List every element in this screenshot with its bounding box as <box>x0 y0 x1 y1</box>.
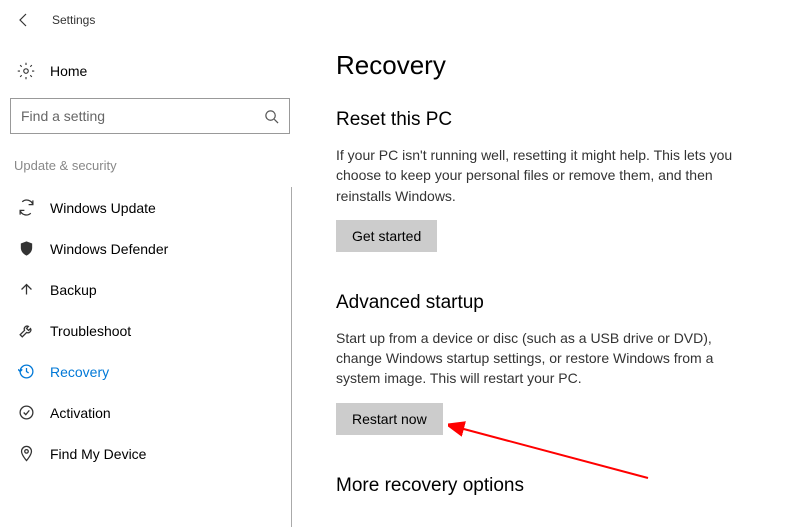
search-input[interactable] <box>21 108 264 124</box>
sidebar-item-windows-defender[interactable]: Windows Defender <box>8 228 291 269</box>
location-icon <box>16 445 36 462</box>
home-label: Home <box>50 63 87 79</box>
home-button[interactable]: Home <box>8 52 292 90</box>
sidebar-item-windows-update[interactable]: Windows Update <box>8 187 291 228</box>
search-box[interactable] <box>10 98 290 134</box>
sidebar-item-find-my-device[interactable]: Find My Device <box>8 433 291 474</box>
wrench-icon <box>16 322 36 339</box>
advanced-desc: Start up from a device or disc (such as … <box>336 328 756 389</box>
upload-icon <box>16 281 36 298</box>
category-label: Update & security <box>8 152 292 187</box>
gear-icon <box>16 62 36 80</box>
more-heading: More recovery options <box>336 475 775 497</box>
sidebar-item-label: Recovery <box>50 364 109 380</box>
sidebar-item-recovery[interactable]: Recovery <box>8 351 291 392</box>
search-icon <box>264 109 279 124</box>
sidebar: Home Update & security Windows Update Wi… <box>0 40 300 531</box>
header-title: Settings <box>52 13 95 27</box>
history-icon <box>16 363 36 380</box>
sidebar-item-label: Backup <box>50 282 97 298</box>
sidebar-item-label: Windows Update <box>50 200 156 216</box>
advanced-heading: Advanced startup <box>336 292 775 314</box>
sidebar-item-label: Find My Device <box>50 446 146 462</box>
check-circle-icon <box>16 404 36 421</box>
sidebar-item-troubleshoot[interactable]: Troubleshoot <box>8 310 291 351</box>
reset-heading: Reset this PC <box>336 109 775 131</box>
shield-icon <box>16 240 36 257</box>
nav-list: Windows Update Windows Defender Backup T… <box>8 187 292 527</box>
restart-now-button[interactable]: Restart now <box>336 403 443 435</box>
back-button[interactable] <box>12 8 36 32</box>
main-content: Recovery Reset this PC If your PC isn't … <box>300 40 805 531</box>
arrow-left-icon <box>16 12 32 28</box>
sidebar-item-activation[interactable]: Activation <box>8 392 291 433</box>
sidebar-item-label: Troubleshoot <box>50 323 131 339</box>
sidebar-item-label: Activation <box>50 405 111 421</box>
sidebar-item-backup[interactable]: Backup <box>8 269 291 310</box>
reset-desc: If your PC isn't running well, resetting… <box>336 145 756 206</box>
window-header: Settings <box>0 0 805 40</box>
get-started-button[interactable]: Get started <box>336 220 437 252</box>
page-title: Recovery <box>336 50 775 81</box>
sidebar-item-label: Windows Defender <box>50 241 168 257</box>
sync-icon <box>16 199 36 216</box>
